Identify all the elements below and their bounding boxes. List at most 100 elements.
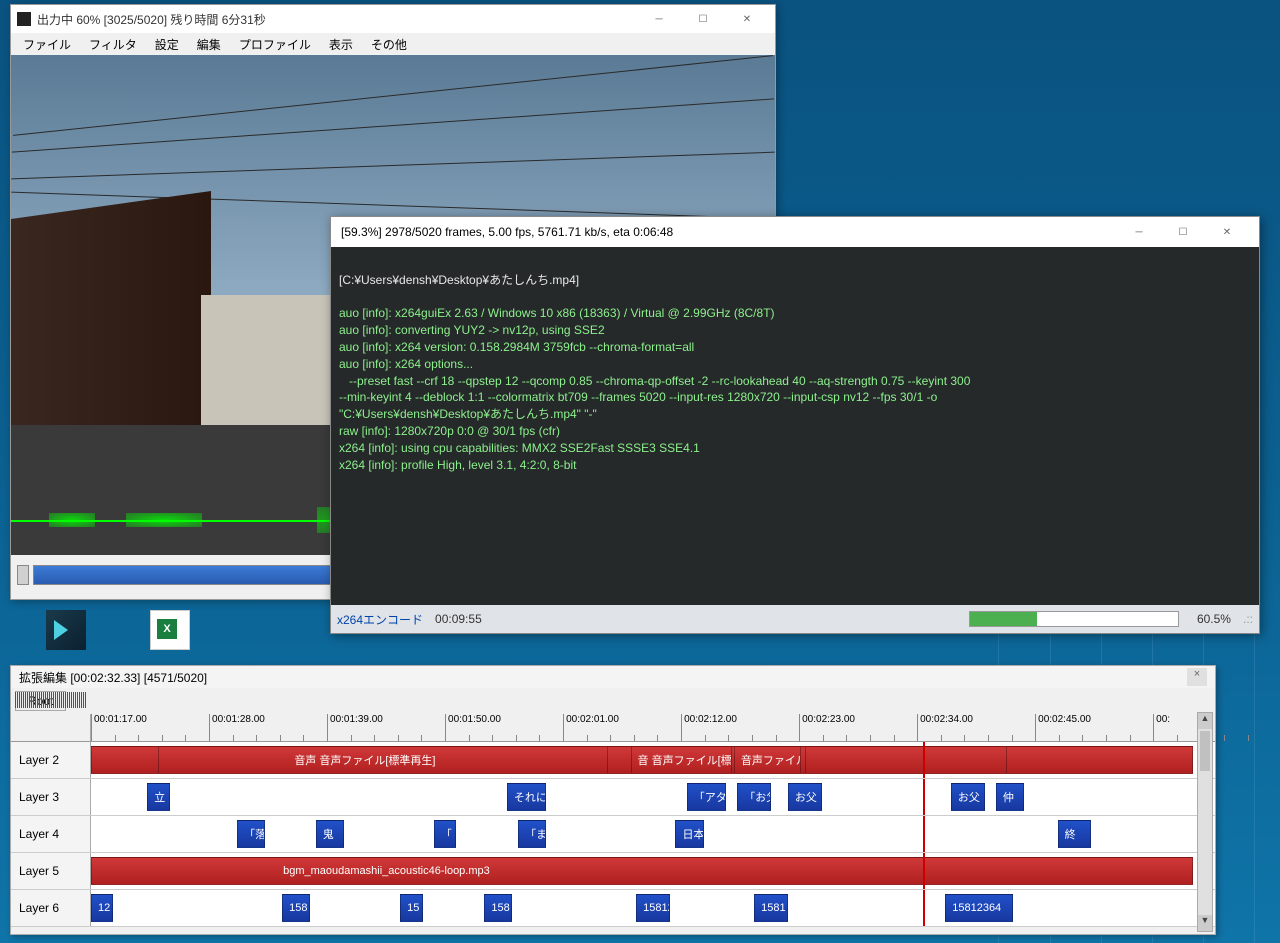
timeline-track[interactable]: bgm_maoudamashii_acoustic46-loop.mp3 xyxy=(91,853,1215,889)
menu-filter[interactable]: フィルタ xyxy=(81,34,145,55)
timeline-clip[interactable]: お父 xyxy=(951,783,985,811)
enc-minimize-button[interactable]: ─ xyxy=(1117,219,1161,245)
timeline-track[interactable]: 立それに「アタシ「お父お父お父仲 xyxy=(91,779,1215,815)
encoder-titlebar[interactable]: [59.3%] 2978/5020 frames, 5.00 fps, 5761… xyxy=(331,217,1259,247)
timeline-clip[interactable]: 日本 xyxy=(675,820,703,848)
timeline-titlebar[interactable]: 拡張編集 [00:02:32.33] [4571/5020] × xyxy=(11,666,1215,688)
timeline-clip[interactable]: 「アタシ xyxy=(687,783,726,811)
log-1: auo [info]: converting YUY2 -> nv12p, us… xyxy=(339,323,605,337)
timeline-ruler[interactable]: 00:01:17.0000:01:28.0000:01:39.0000:01:5… xyxy=(11,714,1215,742)
timeline-clip[interactable]: 終 xyxy=(1058,820,1092,848)
timeline-clip[interactable]: それに xyxy=(507,783,546,811)
close-button[interactable]: ✕ xyxy=(725,6,769,32)
timeline-clip[interactable]: 立 xyxy=(147,783,169,811)
timeline-row: Layer 3立それに「アタシ「お父お父お父仲 xyxy=(11,779,1215,816)
menu-other[interactable]: その他 xyxy=(363,34,415,55)
encoder-console: [C:¥Users¥densh¥Desktop¥あたしんち.mp4] auo [… xyxy=(331,247,1259,605)
log-2: auo [info]: x264 version: 0.158.2984M 37… xyxy=(339,340,694,354)
timeline-row: Layer 2 音声 音声ファイル[標準再生] 音 音声ファイル[標準再生]音声ファ… xyxy=(11,742,1215,779)
enc-elapsed: 00:09:55 xyxy=(435,612,482,626)
timeline-rows: Layer 2 音声 音声ファイル[標準再生] 音 音声ファイル[標準再生]音声ファ… xyxy=(11,742,1215,927)
menu-file[interactable]: ファイル xyxy=(15,34,79,55)
scroll-thumb[interactable] xyxy=(1200,731,1210,771)
timeline-clip[interactable]: 15 xyxy=(400,894,422,922)
timeline-clip[interactable]: 「お父 xyxy=(737,783,771,811)
playhead[interactable] xyxy=(923,816,925,852)
seek-start[interactable] xyxy=(17,565,29,585)
encoder-title: [59.3%] 2978/5020 frames, 5.00 fps, 5761… xyxy=(341,225,673,239)
menu-profile[interactable]: プロファイル xyxy=(231,34,319,55)
timeline-clip[interactable]: 音声 音声ファイル[標準再生] xyxy=(158,746,608,774)
log-3: auo [info]: x264 options... xyxy=(339,357,473,371)
timeline-clip[interactable]: 15812364 xyxy=(945,894,1012,922)
timeline-track[interactable]: 「落 鬼 「 「まっ 日本 終 xyxy=(91,816,1215,852)
timeline-clip[interactable]: お父 xyxy=(788,783,822,811)
menu-view[interactable]: 表示 xyxy=(321,34,361,55)
playhead[interactable] xyxy=(923,853,925,889)
encoder-window: [59.3%] 2978/5020 frames, 5.00 fps, 5761… xyxy=(330,216,1260,634)
timeline-clip[interactable]: 音声ファイル[標準再生] xyxy=(734,746,801,774)
layer-label[interactable]: Layer 3 xyxy=(11,779,91,815)
desktop-icon-filmora[interactable] xyxy=(36,610,96,652)
timeline-clip[interactable]: 鬼 xyxy=(316,820,344,848)
menu-settings[interactable]: 設定 xyxy=(147,34,187,55)
layer-label[interactable]: Layer 2 xyxy=(11,742,91,778)
timeline-clip[interactable]: 158 xyxy=(484,894,512,922)
timeline-clip[interactable]: 158 xyxy=(282,894,310,922)
log-8: x264 [info]: using cpu capabilities: MMX… xyxy=(339,441,700,455)
ruler-tick: 00: xyxy=(1153,714,1170,741)
log-4: --preset fast --crf 18 --qpstep 12 --qco… xyxy=(339,374,970,388)
enc-close-button[interactable]: ✕ xyxy=(1205,219,1249,245)
console-path: [C:¥Users¥densh¥Desktop¥あたしんち.mp4] xyxy=(339,273,579,287)
layer-label[interactable]: Layer 6 xyxy=(11,890,91,926)
log-7: raw [info]: 1280x720p 0:0 @ 30/1 fps (cf… xyxy=(339,424,560,438)
log-9: x264 [info]: profile High, level 3.1, 4:… xyxy=(339,458,576,472)
enc-status-label: x264エンコード xyxy=(337,611,423,628)
layer-label[interactable]: Layer 5 xyxy=(11,853,91,889)
filmora-icon xyxy=(46,610,86,650)
timeline-clip[interactable]: 音 音声ファイル[標準再生] xyxy=(631,746,732,774)
timeline-clip[interactable]: 「 xyxy=(434,820,456,848)
timeline-clip[interactable]: 1581 xyxy=(754,894,788,922)
timeline-track[interactable]: 音声 音声ファイル[標準再生] 音 音声ファイル[標準再生]音声ファイル[標準再生… xyxy=(91,742,1215,778)
log-6: "C:¥Users¥densh¥Desktop¥あたしんち.mp4" "-" xyxy=(339,407,597,421)
log-5: --min-keyint 4 --deblock 1:1 --colormatr… xyxy=(339,390,937,404)
enc-percent: 60.5% xyxy=(1197,612,1231,626)
timeline-toolbar: Root xyxy=(11,688,1215,714)
menu-edit[interactable]: 編集 xyxy=(189,34,229,55)
timeline-track[interactable]: 12 158 15 158 15812 1581 15812364 xyxy=(91,890,1215,926)
editor-title: 出力中 60% [3025/5020] 残り時間 6分31秒 xyxy=(37,11,637,28)
timeline-window: 拡張編集 [00:02:32.33] [4571/5020] × Root 00… xyxy=(10,665,1216,935)
maximize-button[interactable]: ☐ xyxy=(681,6,725,32)
timeline-close-button[interactable]: × xyxy=(1187,668,1207,686)
timeline-clip[interactable]: 仲 xyxy=(996,783,1024,811)
layer-label[interactable]: Layer 4 xyxy=(11,816,91,852)
enc-maximize-button[interactable]: ☐ xyxy=(1161,219,1205,245)
timeline-clip[interactable]: 12 xyxy=(91,894,113,922)
scroll-up-button[interactable]: ▲ xyxy=(1198,713,1212,729)
playhead[interactable] xyxy=(923,890,925,926)
scroll-down-button[interactable]: ▼ xyxy=(1198,915,1212,931)
playhead[interactable] xyxy=(923,779,925,815)
timeline-clip[interactable]: 「まっ xyxy=(518,820,546,848)
minimize-button[interactable]: ─ xyxy=(637,6,681,32)
mini-waveform xyxy=(15,692,87,708)
playhead[interactable] xyxy=(923,742,925,778)
timeline-row: Layer 4 「落 鬼 「 「まっ 日本 終 xyxy=(11,816,1215,853)
encoder-statusbar: x264エンコード 00:09:55 60.5% .:: xyxy=(331,605,1259,633)
timeline-clip[interactable]: 15812 xyxy=(636,894,670,922)
timeline-row: Layer 612 158 15 158 15812 1581 15812364 xyxy=(11,890,1215,927)
log-0: auo [info]: x264guiEx 2.63 / Windows 10 … xyxy=(339,306,775,320)
enc-progress-fill xyxy=(970,612,1037,626)
app-icon xyxy=(17,12,31,26)
timeline-row: Layer 5bgm_maoudamashii_acoustic46-loop.… xyxy=(11,853,1215,890)
desktop-icon-xlsx[interactable] xyxy=(140,610,200,652)
enc-progressbar xyxy=(969,611,1179,627)
excel-icon xyxy=(150,610,190,650)
timeline-vscrollbar[interactable]: ▲ ▼ xyxy=(1197,712,1213,932)
timeline-clip[interactable] xyxy=(805,746,1007,774)
editor-titlebar[interactable]: 出力中 60% [3025/5020] 残り時間 6分31秒 ─ ☐ ✕ xyxy=(11,5,775,33)
timeline-title: 拡張編集 [00:02:32.33] [4571/5020] xyxy=(19,669,207,686)
timeline-clip[interactable]: bgm_maoudamashii_acoustic46-loop.mp3 xyxy=(91,857,1193,885)
timeline-clip[interactable]: 「落 xyxy=(237,820,265,848)
